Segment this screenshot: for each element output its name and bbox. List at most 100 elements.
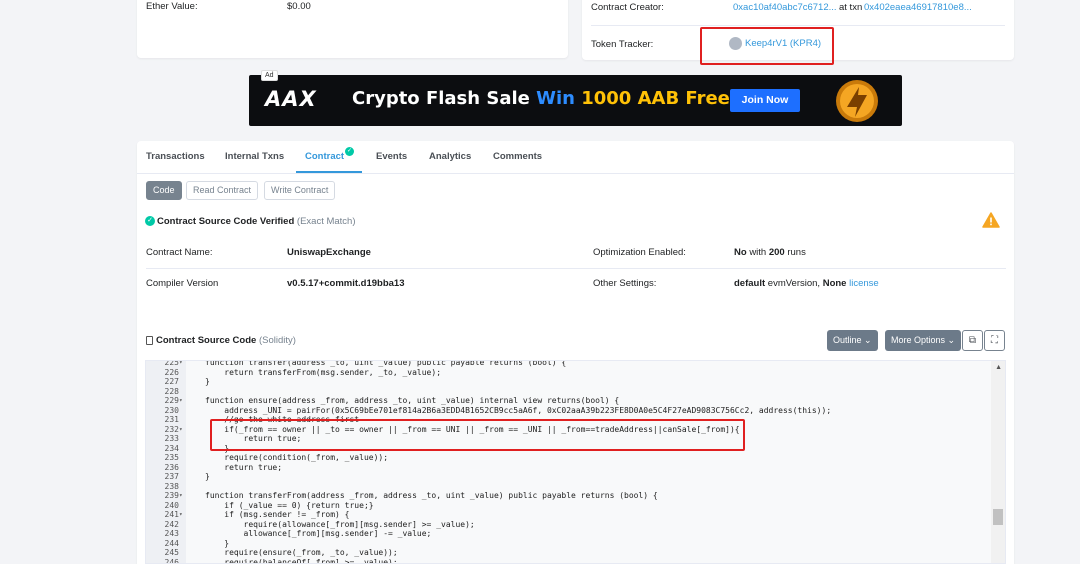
line-number: 231	[164, 415, 179, 424]
code-text: return transferFrom(msg.sender, _to, _va…	[205, 367, 442, 377]
other-settings-value: default evmVersion, None license	[734, 278, 879, 289]
scroll-thumb[interactable]	[993, 509, 1003, 525]
join-now-button[interactable]: Join Now	[730, 89, 800, 112]
license-link[interactable]: license	[849, 278, 879, 289]
tab-transactions[interactable]: Transactions	[146, 151, 205, 162]
ad-badge: Ad	[261, 70, 278, 81]
fold-toggle-icon[interactable]: ▾	[179, 396, 183, 406]
fold-toggle-icon[interactable]: ▾	[179, 491, 183, 501]
line-number: 237	[164, 472, 179, 481]
read-contract-button[interactable]: Read Contract	[186, 181, 259, 200]
ether-value: $0.00	[287, 1, 311, 12]
source-code-title: Contract Source Code (Solidity)	[156, 335, 296, 346]
file-icon	[146, 336, 153, 345]
code-line: 242 require(allowance[_from][msg.sender]…	[146, 520, 991, 530]
more-options-button[interactable]: More Options ⌄	[885, 330, 962, 351]
code-text: return true;	[205, 462, 283, 472]
code-line: 244 }	[146, 539, 991, 549]
verified-check-icon: ✓	[345, 147, 354, 156]
line-number: 226	[164, 367, 179, 377]
other-settings-label: Other Settings:	[593, 278, 657, 289]
code-line: 225 ▾ function transfer(address _to, uint …	[146, 360, 991, 368]
code-text: require(condition(_from, _value));	[205, 453, 389, 462]
code-line: 235 require(condition(_from, _value));	[146, 453, 991, 463]
code-line: 236 return true;	[146, 463, 991, 473]
line-number: 245	[164, 548, 179, 557]
code-text: function transferFrom(address _from, add…	[205, 491, 658, 500]
coin-icon	[836, 80, 878, 122]
code-editor[interactable]: 225 ▾ function transfer(address _to, uint …	[145, 360, 1006, 564]
line-number: 229	[164, 396, 179, 405]
code-text: require(allowance[_from][msg.sender] >= …	[205, 519, 475, 529]
fullscreen-button[interactable]: ⛶	[984, 330, 1005, 351]
chevron-down-icon: ⌄	[947, 335, 956, 345]
code-text: function transfer(address _to, uint _val…	[205, 360, 567, 367]
code-text: allowance[_from][msg.sender] -= _value;	[205, 529, 432, 538]
contract-name-label: Contract Name:	[146, 247, 213, 258]
line-number: 244	[164, 538, 179, 548]
fold-toggle-icon[interactable]: ▾	[179, 510, 183, 520]
token-tracker-label: Token Tracker:	[591, 39, 654, 50]
creator-address-link[interactable]: 0xac10af40abc7c6712...	[733, 2, 837, 13]
expand-icon: ⛶	[991, 335, 998, 346]
fold-toggle-icon[interactable]: ▾	[179, 425, 183, 435]
code-text: }	[205, 472, 210, 481]
code-text: require(balanceOf[_from] >= _value);	[205, 557, 398, 564]
ad-headline: Crypto Flash Sale Win 1000 AAB Free	[352, 88, 730, 109]
optimization-value: No with 200 runs	[734, 247, 806, 258]
code-text: }	[205, 377, 210, 386]
line-number: 240	[164, 500, 179, 510]
tab-contract[interactable]: Contract	[305, 151, 344, 162]
scrollbar[interactable]: ▲	[991, 361, 1005, 563]
line-number: 241	[164, 510, 179, 519]
line-number: 242	[164, 519, 179, 529]
code-line: 245 require(ensure(_from, _to, _value));	[146, 548, 991, 558]
fold-toggle-icon[interactable]: ▾	[179, 361, 183, 368]
code-text: if (_value == 0) {return true;}	[205, 500, 374, 510]
outline-button[interactable]: Outline ⌄	[827, 330, 878, 351]
line-number: 230	[164, 405, 179, 415]
code-line: 246 require(balanceOf[_from] >= _value);	[146, 558, 991, 564]
highlight-box-token	[700, 27, 834, 65]
line-number: 236	[164, 462, 179, 472]
highlight-box-code	[210, 419, 745, 451]
copy-icon: ⧉	[968, 335, 977, 346]
code-line: 228	[146, 387, 991, 397]
scroll-up-icon[interactable]: ▲	[995, 364, 1002, 371]
write-contract-button[interactable]: Write Contract	[264, 181, 336, 200]
code-tab-button[interactable]: Code	[146, 181, 182, 200]
compiler-version-label: Compiler Version	[146, 278, 219, 289]
line-number: 234	[164, 443, 179, 453]
code-line: 240 if (_value == 0) {return true;}	[146, 501, 991, 511]
tab-comments[interactable]: Comments	[493, 151, 542, 162]
contract-name-value: UniswapExchange	[287, 247, 371, 258]
line-number: 239	[164, 491, 179, 500]
code-line: 227}	[146, 377, 991, 387]
tab-bar: Transactions Internal Txns Contract ✓ Ev…	[137, 141, 1014, 173]
code-text: require(ensure(_from, _to, _value));	[205, 548, 398, 557]
copy-button[interactable]: ⧉	[962, 330, 983, 351]
line-number: 235	[164, 453, 179, 462]
tab-events[interactable]: Events	[376, 151, 407, 162]
code-line: 241 ▾ if (msg.sender != _from) {	[146, 510, 991, 520]
line-number: 225	[164, 360, 179, 367]
creator-txn-link[interactable]: 0x402eaea46917810e8...	[864, 2, 972, 13]
contract-creator-label: Contract Creator:	[591, 2, 664, 13]
warning-icon[interactable]	[982, 212, 1000, 228]
tab-analytics[interactable]: Analytics	[429, 151, 471, 162]
line-number: 246	[164, 557, 179, 564]
aax-logo: AAX	[265, 87, 317, 111]
line-number: 233	[164, 434, 179, 443]
line-number: 243	[164, 529, 179, 538]
line-number: 238	[164, 481, 179, 491]
code-line: 230 address _UNI = pairFor(0x5C69bEe701e…	[146, 406, 991, 416]
line-number: 228	[164, 386, 179, 396]
code-line: 229 ▾ function ensure(address _from, addre…	[146, 396, 991, 406]
code-line: 238	[146, 482, 991, 492]
ad-banner[interactable]: AAX Crypto Flash Sale Win 1000 AAB Free …	[249, 75, 902, 126]
tab-internal-txns[interactable]: Internal Txns	[225, 151, 284, 162]
code-text: if (msg.sender != _from) {	[205, 510, 350, 519]
code-text: address _UNI = pairFor(0x5C69bEe701ef814…	[205, 405, 832, 415]
code-line: 226 return transferFrom(msg.sender, _to,…	[146, 368, 991, 378]
code-text: }	[205, 538, 230, 548]
